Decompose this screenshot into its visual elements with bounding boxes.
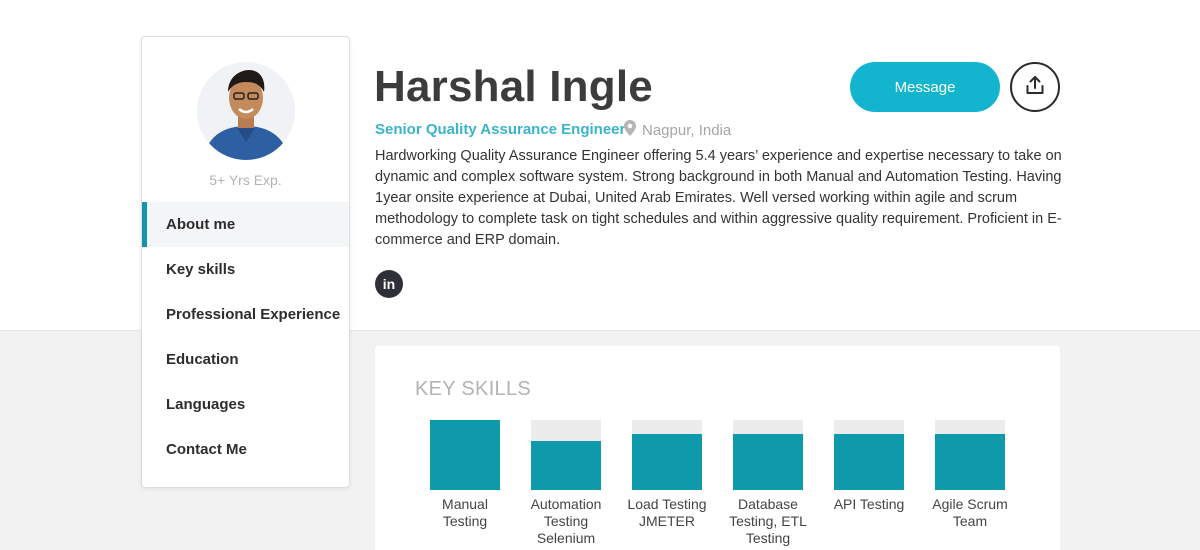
skill-bar-fill [430, 420, 500, 490]
skill-label: Manual Testing [442, 496, 488, 529]
skill-label: API Testing [833, 496, 905, 512]
skill-bar-fill [632, 434, 702, 490]
share-upload-icon [1024, 74, 1046, 101]
about-text: Hardworking Quality Assurance Engineer o… [375, 148, 1062, 248]
skill-bar [935, 420, 1005, 490]
experience-label: 5+ Yrs Exp. [209, 172, 282, 188]
skill-bar [733, 420, 803, 490]
sidebar-nav: About me Key skills Professional Experie… [142, 202, 349, 472]
skill-label: Database Testing, ETL Testing [729, 496, 807, 546]
sidebar-item-key-skills[interactable]: Key skills [142, 247, 349, 292]
skill-item: Automation Testing Selenium [521, 420, 611, 547]
avatar [197, 62, 295, 160]
skill-item: Manual Testing [420, 420, 510, 530]
skill-item: API Testing [824, 420, 914, 513]
skill-bar-fill [733, 434, 803, 490]
skill-label: Automation Testing Selenium [530, 496, 602, 546]
sidebar-item-about-me[interactable]: About me [142, 202, 349, 247]
skill-bar [430, 420, 500, 490]
location-pin-icon [624, 120, 636, 140]
skill-item: Load Testing JMETER [622, 420, 712, 530]
skill-bar-fill [935, 434, 1005, 490]
skill-bar-fill [531, 441, 601, 490]
key-skills-card: KEY SKILLS Manual Testing Automation Tes… [375, 346, 1060, 550]
profile-sidebar: 5+ Yrs Exp. About me Key skills Professi… [141, 36, 350, 488]
profile-role: Senior Quality Assurance Engineer [375, 121, 626, 138]
sidebar-item-contact-me[interactable]: Contact Me [142, 427, 349, 472]
sidebar-item-education[interactable]: Education [142, 337, 349, 382]
key-skills-title: KEY SKILLS [415, 378, 532, 400]
share-button[interactable] [1010, 62, 1060, 112]
skill-bar [834, 420, 904, 490]
skill-label: Load Testing JMETER [627, 496, 707, 529]
skill-item: Agile Scrum Team [925, 420, 1015, 530]
profile-location: Nagpur, India [624, 120, 731, 140]
message-button[interactable]: Message [850, 62, 1000, 112]
profile-name: Harshal Ingle [374, 62, 653, 111]
location-text: Nagpur, India [642, 121, 732, 139]
sidebar-item-languages[interactable]: Languages [142, 382, 349, 427]
skill-bar-fill [834, 434, 904, 490]
skill-bar [632, 420, 702, 490]
skill-item: Database Testing, ETL Testing [723, 420, 813, 547]
linkedin-icon[interactable]: in [375, 270, 403, 298]
sidebar-item-professional-experience[interactable]: Professional Experience [142, 292, 349, 337]
skill-bar [531, 420, 601, 490]
skill-label: Agile Scrum Team [932, 496, 1008, 529]
